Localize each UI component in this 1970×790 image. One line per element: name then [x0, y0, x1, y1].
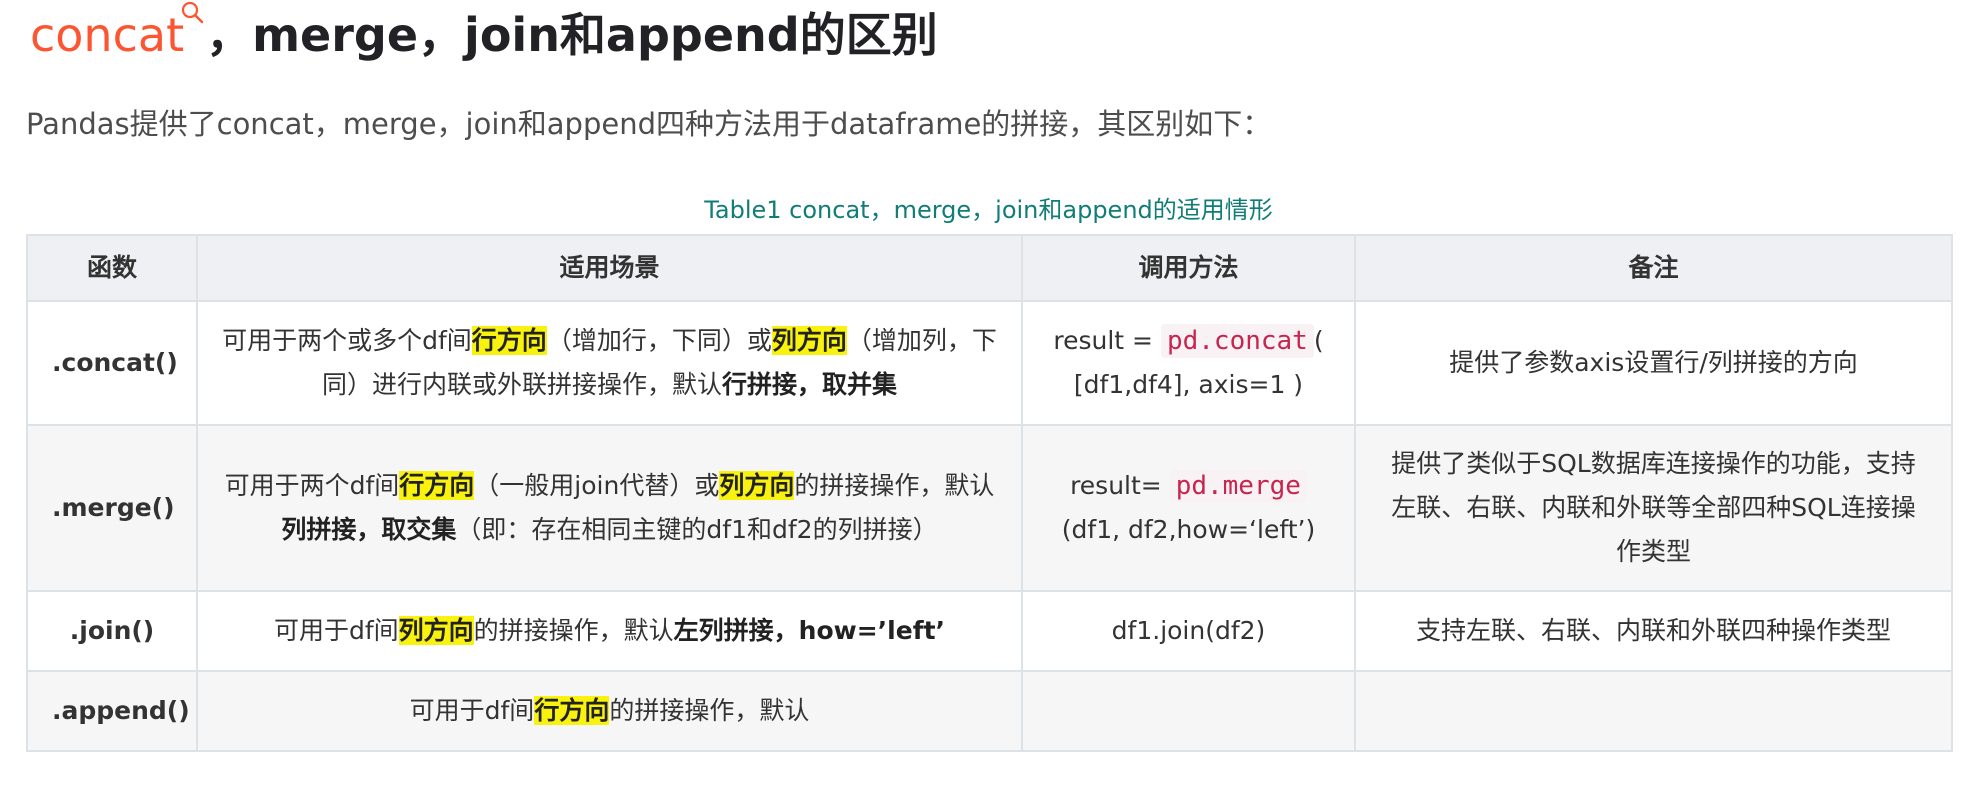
comparison-table: 函数 适用场景 调用方法 备注 .concat() 可用于两个或多个df间行方向… [26, 234, 1953, 752]
bold-text: 左列拼接，how=’left’ [673, 616, 946, 645]
table-row: .join() 可用于df间列方向的拼接操作，默认左列拼接，how=’left’… [26, 590, 1953, 672]
scene-text: 的拼接操作，默认 [794, 471, 995, 500]
table-row: .merge() 可用于两个df间行方向（一般用join代替）或列方向的拼接操作… [26, 424, 1953, 592]
call-text: result= [1070, 471, 1170, 500]
call-cell: result = pd.concat( [df1,df4], axis=1 ) [1021, 300, 1356, 426]
bold-text: 行拼接，取并集 [722, 370, 898, 399]
scene-cell: 可用于两个或多个df间行方向（增加行，下同）或列方向（增加列，下同）进行内联或外… [196, 300, 1023, 426]
scene-text: （一般用join代替）或 [474, 471, 720, 500]
function-cell: .concat() [26, 300, 198, 426]
header-note: 备注 [1354, 234, 1953, 302]
keyword-text[interactable]: concat [30, 8, 184, 62]
intro-paragraph: Pandas提供了concat，merge，join和append四种方法用于d… [26, 107, 1272, 141]
highlight-text: 行方向 [471, 326, 547, 355]
table-caption: Table1 concat，merge，join和append的适用情形 [704, 196, 1273, 224]
inline-code: pd.merge [1169, 469, 1307, 503]
highlight-text: 列方向 [719, 471, 795, 500]
table-row: .concat() 可用于两个或多个df间行方向（增加行，下同）或列方向（增加列… [26, 300, 1953, 426]
call-cell [1021, 670, 1356, 752]
scene-text: 可用于df间 [273, 616, 399, 645]
scene-text: （即：存在相同主键的df1和df2的列拼接） [456, 515, 938, 544]
bold-text: 列拼接，取交集 [281, 515, 457, 544]
search-icon[interactable] [180, 0, 206, 26]
note-cell: 提供了类似于SQL数据库连接操作的功能，支持左联、右联、内联和外联等全部四种SQ… [1354, 424, 1953, 592]
highlight-text: 列方向 [771, 326, 847, 355]
scene-text: 的拼接操作，默认 [609, 696, 810, 725]
scene-text: 可用于两个或多个df间 [222, 326, 472, 355]
header-function: 函数 [26, 234, 198, 302]
highlight-text: 行方向 [399, 471, 475, 500]
scene-text: 可用于df间 [409, 696, 535, 725]
scene-text: 的拼接操作，默认 [473, 616, 674, 645]
scene-cell: 可用于df间列方向的拼接操作，默认左列拼接，how=’left’ [196, 590, 1023, 672]
header-scene: 适用场景 [196, 234, 1023, 302]
function-cell: .merge() [26, 424, 198, 592]
highlight-text: 列方向 [398, 616, 474, 645]
call-text: (df1, df2,how=‘left’) [1061, 515, 1316, 544]
call-cell: df1.join(df2) [1021, 590, 1356, 672]
scene-cell: 可用于df间行方向的拼接操作，默认 [196, 670, 1023, 752]
inline-code: pd.concat [1160, 324, 1314, 358]
scene-cell: 可用于两个df间行方向（一般用join代替）或列方向的拼接操作，默认列拼接，取交… [196, 424, 1023, 592]
scene-text: 可用于两个df间 [224, 471, 400, 500]
article-heading: concat ，merge，join和append的区别 [30, 1, 938, 66]
heading-rest: ，merge，join和append的区别 [206, 8, 938, 62]
call-text: result = [1053, 326, 1161, 355]
function-cell: .append() [26, 670, 198, 752]
keyword-link[interactable]: concat [30, 1, 206, 62]
note-cell: 提供了参数axis设置行/列拼接的方向 [1354, 300, 1953, 426]
table-row: .append() 可用于df间行方向的拼接操作，默认 [26, 670, 1953, 752]
note-cell: 支持左联、右联、内联和外联四种操作类型 [1354, 590, 1953, 672]
article-page: concat ，merge，join和append的区别 Pandas提供了con… [0, 0, 1970, 790]
highlight-text: 行方向 [534, 696, 610, 725]
note-cell [1354, 670, 1953, 752]
header-call: 调用方法 [1021, 234, 1356, 302]
function-cell: .join() [26, 590, 198, 672]
table-header-row: 函数 适用场景 调用方法 备注 [26, 234, 1953, 302]
call-cell: result= pd.merge (df1, df2,how=‘left’) [1021, 424, 1356, 592]
scene-text: （增加行，下同）或 [546, 326, 772, 355]
